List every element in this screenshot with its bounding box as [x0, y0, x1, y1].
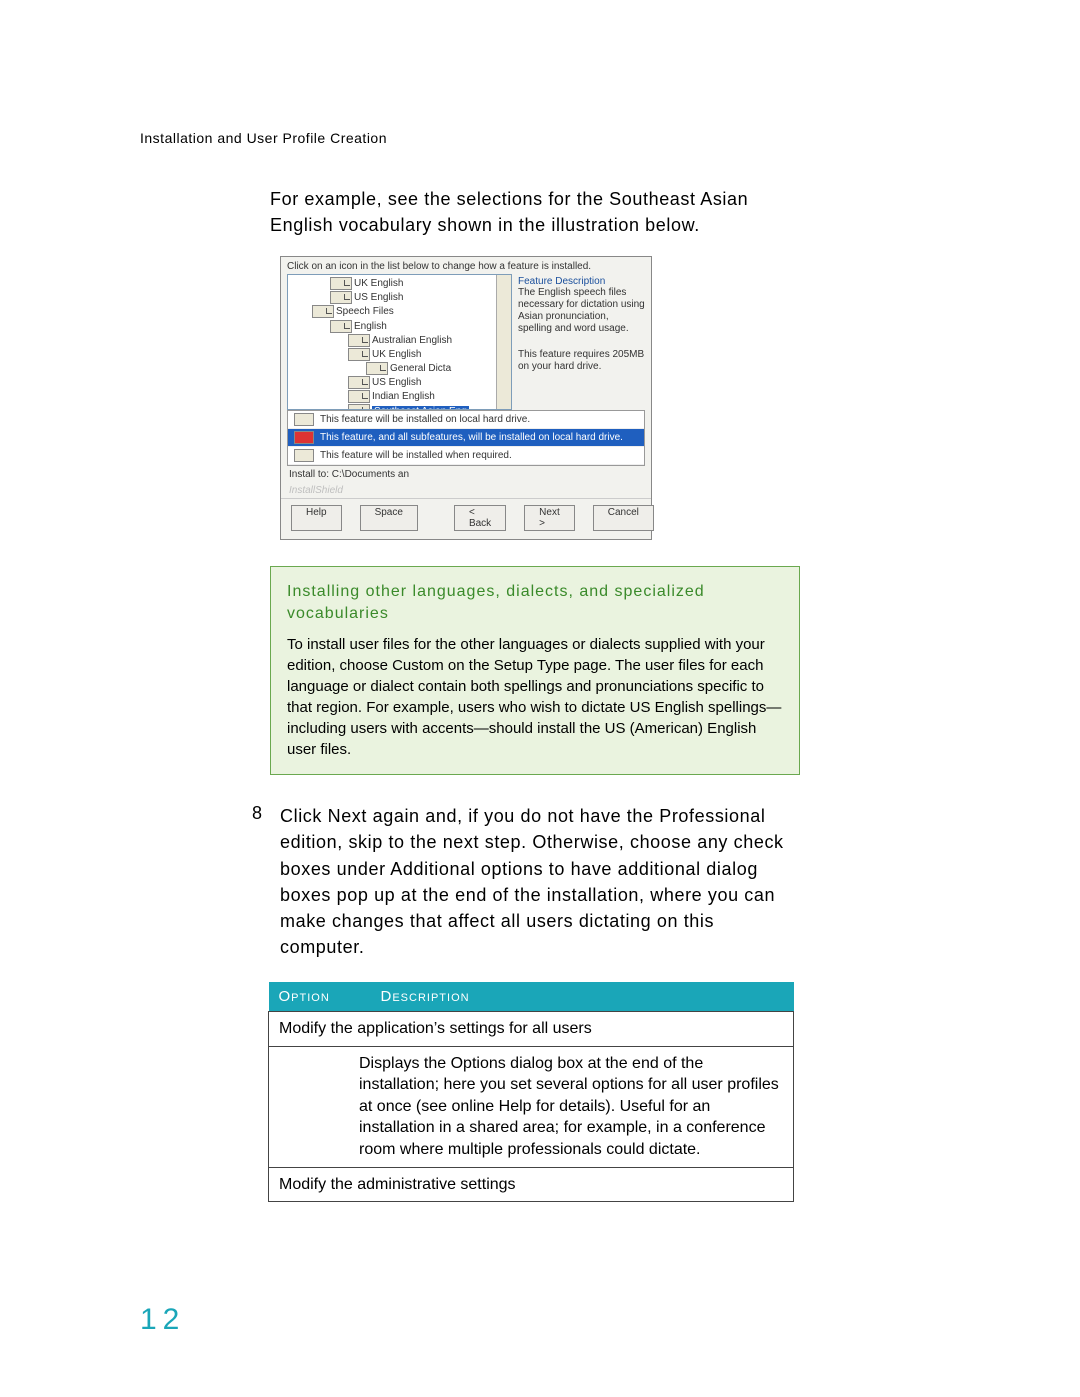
- menu-icon: [294, 431, 314, 444]
- tree-item[interactable]: Indian English: [372, 391, 435, 402]
- callout-body: To install user files for the other lang…: [287, 634, 783, 760]
- menu-icon: [294, 449, 314, 462]
- intro-paragraph: For example, see the selections for the …: [270, 186, 800, 238]
- tree-item[interactable]: UK English: [354, 278, 403, 289]
- cancel-button[interactable]: Cancel: [593, 505, 654, 531]
- space-button[interactable]: Space: [360, 505, 418, 531]
- install-path: Install to: C:\Documents an: [281, 466, 651, 483]
- disk-icon: [348, 390, 370, 403]
- menu-option[interactable]: This feature will be installed when requ…: [320, 450, 512, 461]
- tree-item[interactable]: US English: [372, 377, 421, 388]
- tree-item[interactable]: English: [354, 321, 387, 332]
- step-text: Click Next again and, if you do not have…: [280, 803, 800, 960]
- step-number: 8: [252, 803, 266, 960]
- table-header-description: Description: [371, 982, 794, 1012]
- table-header-option: Option: [269, 982, 371, 1012]
- disk-icon: [330, 291, 352, 304]
- disk-icon: [312, 305, 334, 318]
- disk-icon: [366, 362, 388, 375]
- feature-description-label: Feature Description: [518, 276, 645, 287]
- running-header: Installation and User Profile Creation: [140, 130, 940, 146]
- disk-icon: [330, 277, 352, 290]
- next-button[interactable]: Next >: [524, 505, 575, 531]
- install-option-menu[interactable]: This feature will be installed on local …: [287, 410, 645, 466]
- table-row: Displays the Options dialog box at the e…: [269, 1046, 794, 1167]
- tree-item[interactable]: Speech Files: [336, 307, 394, 318]
- installer-screenshot: Click on an icon in the list below to ch…: [280, 256, 652, 540]
- callout-title: Installing other languages, dialects, an…: [287, 581, 783, 624]
- feature-requirement: This feature requires 205MB on your hard…: [518, 349, 645, 373]
- tree-item[interactable]: US English: [354, 292, 403, 303]
- feature-tree[interactable]: UK English US English Speech Files Engli…: [287, 274, 512, 410]
- tree-item[interactable]: Australian English: [372, 335, 452, 346]
- tree-item-selected[interactable]: Southeast Asian Eng: [372, 406, 469, 411]
- disk-icon: [330, 320, 352, 333]
- tree-item[interactable]: UK English: [372, 349, 421, 360]
- installer-hint: Click on an icon in the list below to ch…: [281, 257, 651, 274]
- note-callout: Installing other languages, dialects, an…: [270, 566, 800, 775]
- disk-icon: [348, 376, 370, 389]
- scrollbar[interactable]: [496, 275, 511, 409]
- disk-icon: [348, 348, 370, 361]
- feature-description-text: The English speech files necessary for d…: [518, 287, 645, 335]
- disk-icon: [348, 404, 370, 410]
- page-number: 12: [140, 1303, 185, 1337]
- disk-icon: [348, 334, 370, 347]
- options-table: Option Description Modify the applicatio…: [268, 982, 794, 1202]
- help-button[interactable]: Help: [291, 505, 342, 531]
- menu-icon: [294, 413, 314, 426]
- tree-item[interactable]: General Dicta: [390, 363, 451, 374]
- installshield-brand: InstallShield: [281, 483, 651, 498]
- table-row: Modify the administrative settings: [269, 1167, 794, 1202]
- table-row: Modify the application’s settings for al…: [269, 1011, 794, 1046]
- step-8: 8 Click Next again and, if you do not ha…: [252, 803, 800, 960]
- back-button[interactable]: < Back: [454, 505, 506, 531]
- menu-option[interactable]: This feature will be installed on local …: [320, 414, 530, 425]
- menu-option-selected[interactable]: This feature, and all subfeatures, will …: [320, 432, 623, 443]
